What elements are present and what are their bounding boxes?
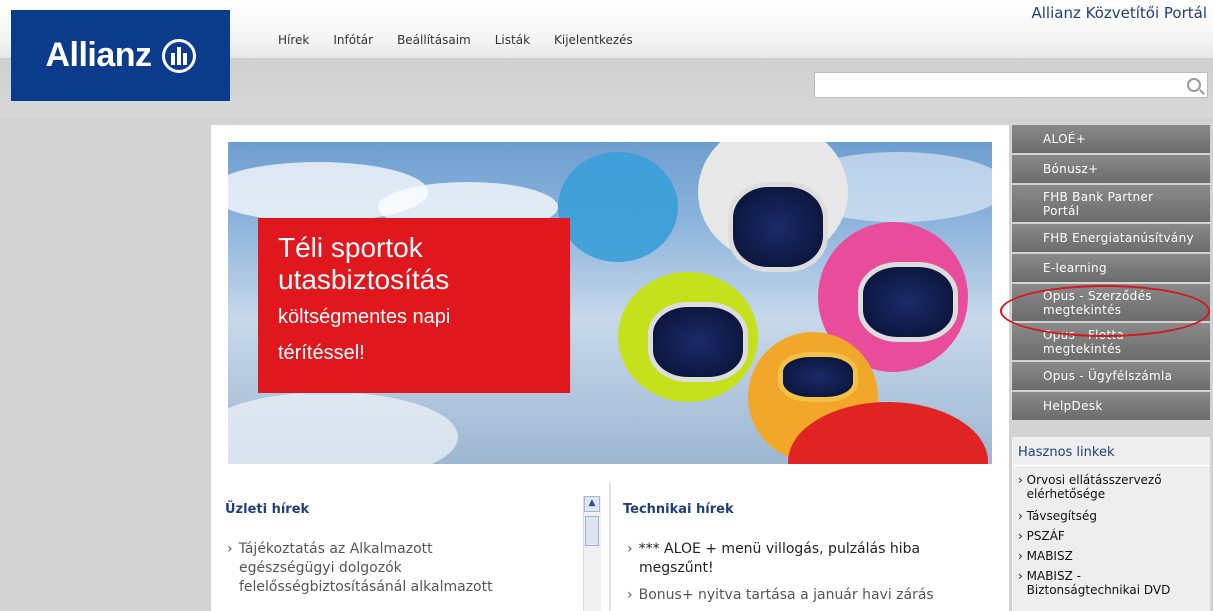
news-text: egészségügyi dolgozók	[239, 560, 402, 576]
business-news-panel: Üzleti hírek › Tájékoztatás az Alkalmazot…	[211, 482, 611, 611]
business-news-item[interactable]: › Tájékoztatás az Alkalmazott egészségügy…	[227, 540, 493, 597]
useful-link[interactable]: › PSZÁF	[1018, 529, 1065, 543]
sidebar-item-fhb-partner-portal[interactable]: FHB Bank Partner Portál	[1012, 185, 1210, 224]
divider	[1012, 465, 1210, 466]
allianz-logo[interactable]: Allianz	[11, 10, 230, 101]
scroll-up-arrow-icon[interactable]: ▲	[584, 496, 600, 512]
chevron-right-icon: ›	[1018, 473, 1023, 487]
nav-infotar[interactable]: Infótár	[333, 33, 373, 47]
sidebar-item-bonusz[interactable]: Bónusz+	[1012, 155, 1210, 185]
chevron-right-icon: ›	[627, 541, 633, 557]
link-text: PSZÁF	[1026, 529, 1065, 543]
chevron-right-icon: ›	[227, 541, 233, 557]
chevron-right-icon: ›	[1018, 509, 1023, 523]
main-content: Téli sportok utasbiztosítás költségmente…	[211, 125, 1009, 611]
link-text: Távsegítség	[1026, 509, 1097, 523]
chevron-right-icon: ›	[1018, 529, 1023, 543]
useful-link[interactable]: › MABISZ - Biztonságtechnikai DVD	[1018, 569, 1197, 597]
link-text: MABISZ - Biztonságtechnikai DVD	[1026, 569, 1171, 597]
jacket-blue	[558, 152, 678, 262]
sidebar-item-fhb-energiatanusitvany[interactable]: FHB Energiatanúsítvány	[1012, 224, 1210, 254]
chevron-right-icon: ›	[627, 587, 633, 603]
logo-text: Allianz	[45, 36, 152, 74]
technical-news-panel: Technikai hírek › *** ALOE + menü villogá…	[611, 482, 1009, 611]
sidebar: ALOÉ+ Bónusz+ FHB Bank Partner Portál FH…	[1012, 125, 1210, 422]
news-scrollbar[interactable]: ▲	[583, 496, 601, 611]
technical-news-item[interactable]: › Bonus+ nyitva tartása a január havi zár…	[627, 586, 934, 605]
business-news-title: Üzleti hírek	[225, 502, 310, 517]
banner-line4: térítéssel!	[278, 342, 365, 364]
search-icon[interactable]	[1187, 78, 1201, 92]
nav-listak[interactable]: Listák	[495, 33, 530, 47]
banner-line3: költségmentes napi	[278, 306, 451, 328]
banner-line2: utasbiztosítás	[278, 264, 450, 295]
allianz-eagle-icon	[161, 38, 196, 73]
useful-link[interactable]: › Orvosi ellátásszervező elérhetősége	[1018, 473, 1187, 501]
portal-title: Allianz Közvetítői Portál	[1031, 4, 1208, 22]
sidebar-item-label: Bónusz+	[1043, 162, 1099, 176]
scroll-thumb[interactable]	[585, 516, 599, 546]
goggle	[728, 182, 828, 272]
promo-banner[interactable]: Téli sportok utasbiztosítás költségmente…	[228, 142, 992, 464]
link-text: Orvosi ellátásszervező elérhetősége	[1026, 473, 1162, 501]
sidebar-item-e-learning[interactable]: E-learning	[1012, 254, 1210, 284]
useful-link[interactable]: › Távsegítség	[1018, 509, 1097, 523]
technical-news-item[interactable]: › *** ALOE + menü villogás, pulzálás hiba…	[627, 540, 920, 578]
useful-links-panel: Hasznos linkek › Orvosi ellátásszervező …	[1012, 437, 1210, 611]
link-text: MABISZ	[1026, 549, 1073, 563]
chevron-right-icon: ›	[1018, 569, 1023, 583]
top-nav: Hírek Infótár Beállításaim Listák Kijele…	[278, 33, 633, 47]
nav-beallitasaim[interactable]: Beállításaim	[397, 33, 471, 47]
sidebar-item-opus-szerzodes[interactable]: Opus - Szerződés megtekintés	[1012, 284, 1210, 323]
sidebar-item-opus-flotta[interactable]: Opus - Flotta megtekintés	[1012, 323, 1210, 362]
sidebar-item-label: Opus - Szerződés megtekintés	[1043, 288, 1152, 317]
sidebar-item-helpdesk[interactable]: HelpDesk	[1012, 392, 1210, 422]
banner-text-box: Téli sportok utasbiztosítás költségmente…	[258, 218, 570, 393]
news-text: megszűnt!	[639, 560, 714, 576]
technical-news-title: Technikai hírek	[623, 502, 734, 517]
news-text: *** ALOE + menü villogás, pulzálás hiba	[638, 541, 921, 557]
nav-hirek[interactable]: Hírek	[278, 33, 309, 47]
news-text: felelősségbiztosításánál alkalmazott	[239, 579, 493, 595]
goggle	[858, 262, 958, 342]
search-input[interactable]	[814, 72, 1208, 98]
sidebar-item-label: FHB Energiatanúsítvány	[1043, 231, 1194, 245]
news-text: Tájékoztatás az Alkalmazott	[238, 541, 433, 557]
sidebar-item-label: ALOÉ+	[1043, 132, 1087, 146]
news-area: Üzleti hírek › Tájékoztatás az Alkalmazot…	[211, 482, 1009, 611]
goggle	[648, 302, 748, 382]
sidebar-item-label: FHB Bank Partner Portál	[1043, 189, 1154, 218]
sidebar-item-label: Opus - Flotta megtekintés	[1043, 327, 1125, 356]
goggle	[778, 352, 858, 402]
sidebar-item-aloe[interactable]: ALOÉ+	[1012, 125, 1210, 155]
cloud	[228, 392, 458, 464]
useful-link[interactable]: › MABISZ	[1018, 549, 1073, 563]
chevron-right-icon: ›	[1018, 549, 1023, 563]
sidebar-item-opus-ugyfelszamla[interactable]: Opus - Ügyfélszámla	[1012, 362, 1210, 392]
news-text: Bonus+ nyitva tartása a január havi zárá…	[638, 587, 934, 603]
sidebar-item-label: E-learning	[1043, 261, 1107, 275]
nav-kijelentkezes[interactable]: Kijelentkezés	[554, 33, 633, 47]
sidebar-item-label: Opus - Ügyfélszámla	[1043, 369, 1173, 383]
useful-links-title: Hasznos linkek	[1018, 445, 1115, 460]
sidebar-item-label: HelpDesk	[1043, 399, 1103, 413]
banner-line1: Téli sportok	[278, 232, 423, 263]
